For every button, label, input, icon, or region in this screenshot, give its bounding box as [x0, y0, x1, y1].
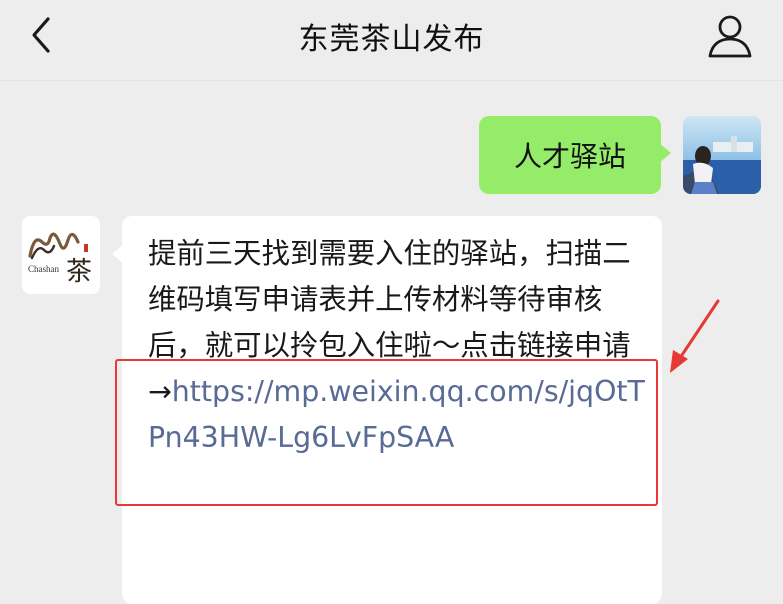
profile-button[interactable] [706, 14, 754, 60]
user-avatar[interactable] [683, 116, 761, 194]
article-link[interactable]: https://mp.weixin.qq.com/s/jqOtTPn43HW-L… [148, 375, 645, 454]
person-icon [708, 15, 752, 58]
channel-avatar[interactable]: Chashan 茶 [22, 216, 100, 294]
outgoing-message-bubble[interactable]: 人才驿站 [479, 116, 671, 194]
top-bar: 东莞茶山发布 [0, 0, 783, 81]
user-avatar-image [683, 116, 761, 194]
chashan-logo-icon: Chashan 茶 [28, 232, 92, 287]
svg-text:茶: 茶 [66, 257, 92, 287]
outgoing-message-text: 人才驿站 [513, 140, 626, 173]
page-title: 东莞茶山发布 [298, 22, 485, 57]
annotation-arrow-icon [670, 299, 720, 373]
incoming-message-bubble[interactable]: 提前三天找到需要入住的驿站，扫描二维码填写申请表并上传材料等待审核后，就可以拎包… [112, 216, 662, 604]
svg-text:Chashan: Chashan [28, 264, 59, 274]
